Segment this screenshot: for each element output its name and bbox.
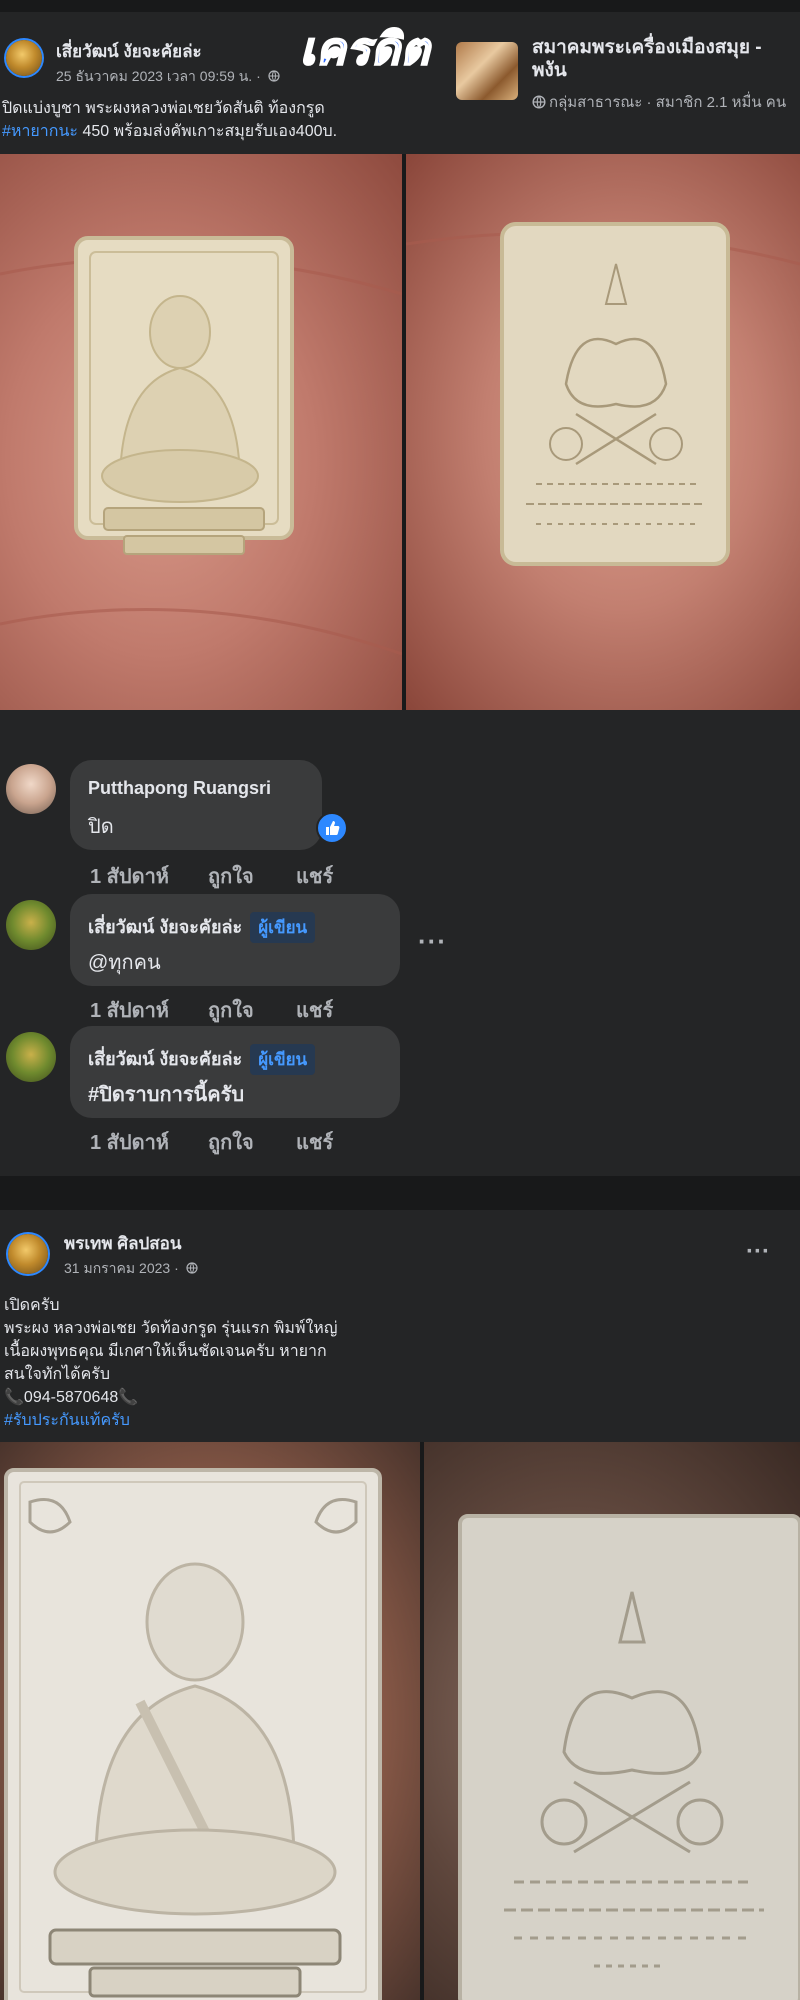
comment-like-button[interactable]: ถูกใจ	[208, 1126, 254, 1158]
post1-text-line2-rest: 450 พร้อมส่งคัพเกาะสมุยรับเอง400บ.	[78, 123, 338, 140]
comment-bubble: เสี่ยวัฒน์ งัยจะคัยล่ะ ผู้เขียน @ทุกคน	[70, 894, 400, 986]
comment-time[interactable]: 1 สัปดาห์	[90, 860, 169, 892]
commenter-avatar[interactable]	[6, 900, 56, 950]
post2-timestamp-text: 31 มกราคม 2023 ·	[64, 1260, 179, 1276]
globe-icon	[186, 1262, 198, 1274]
comment-reply-button[interactable]: แชร์	[296, 994, 333, 1026]
comment-reply-button[interactable]: แชร์	[296, 1126, 333, 1158]
amulet-large-front-art	[4, 1468, 382, 2000]
post2-author-avatar[interactable]	[8, 1234, 48, 1274]
post2-text-line: สนใจทักได้ครับ	[4, 1366, 111, 1383]
comment-author[interactable]: เสี่ยวัฒน์ งัยจะคัยล่ะ	[88, 917, 242, 937]
amulet-large-back-photo[interactable]	[424, 1442, 800, 2000]
amulet-front-photo[interactable]	[0, 154, 402, 710]
comment-author-row: เสี่ยวัฒน์ งัยจะคัยล่ะ ผู้เขียน	[88, 912, 316, 943]
post2-author-name[interactable]: พรเทพ ศิลปสอน	[64, 1230, 182, 1257]
comment-text: ปิด	[88, 816, 114, 838]
post2-phone[interactable]: 📞094-5870648📞	[4, 1386, 524, 1409]
author-badge: ผู้เขียน	[250, 1044, 316, 1075]
post2-body: เปิดครับ พระผง หลวงพ่อเชย วัดท้องกรูด รุ…	[4, 1294, 524, 1432]
globe-icon	[532, 95, 546, 109]
comment-author[interactable]: เสี่ยวัฒน์ งัยจะคัยล่ะ	[88, 1049, 242, 1069]
group-avatar[interactable]	[456, 42, 518, 100]
comment-like-button[interactable]: ถูกใจ	[208, 860, 254, 892]
post1-hashtag[interactable]: #หายากนะ	[2, 123, 78, 140]
comment-time[interactable]: 1 สัปดาห์	[90, 1126, 169, 1158]
like-reaction-icon[interactable]	[316, 812, 348, 844]
comment-text: #ปิดราบการนี้ครับ	[88, 1084, 245, 1106]
comment-text: @ทุกคน	[88, 952, 161, 974]
amulet-large-back-art	[458, 1514, 800, 2000]
post1-text-line1: ปิดแบ่งบูชา พระผงหลวงพ่อเชยวัดสันติ ท้อง…	[2, 100, 325, 117]
post1-timestamp-text: 25 ธันวาคม 2023 เวลา 09:59 น. ·	[56, 68, 261, 84]
comment-reply-button[interactable]: แชร์	[296, 860, 333, 892]
group-meta: กลุ่มสาธารณะ · สมาชิก 2.1 หมื่น คน	[532, 90, 786, 114]
comment-time[interactable]: 1 สัปดาห์	[90, 994, 169, 1026]
more-options-icon[interactable]: ···	[746, 1238, 770, 1266]
post2-text-line: เปิดครับ	[4, 1297, 60, 1314]
commenter-avatar[interactable]	[6, 1032, 56, 1082]
group-name[interactable]: สมาคมพระเครื่องเมืองสมุย - พงัน	[532, 36, 762, 82]
post2-text-line: เนื้อผงพุทธคุณ มีเกศาให้เห็นชัดเจนครับ ห…	[4, 1343, 327, 1360]
group-meta-text: กลุ่มสาธารณะ · สมาชิก 2.1 หมื่น คน	[549, 94, 787, 111]
post1-text-line2: #หายากนะ 450 พร้อมส่งคัพเกาะสมุยรับเอง40…	[2, 120, 442, 143]
post2-hashtag[interactable]: #รับประกันแท้ครับ	[4, 1409, 524, 1432]
thumbs-up-icon	[326, 821, 340, 835]
amulet-back-photo[interactable]	[406, 154, 800, 710]
comment-bubble: เสี่ยวัฒน์ งัยจะคัยล่ะ ผู้เขียน #ปิดราบกา…	[70, 1026, 400, 1118]
commenter-avatar[interactable]	[6, 764, 56, 814]
group-name-line1: สมาคมพระเครื่องเมืองสมุย -	[532, 37, 762, 58]
post1-timestamp[interactable]: 25 ธันวาคม 2023 เวลา 09:59 น. ·	[56, 66, 280, 88]
post1-author-avatar[interactable]	[6, 40, 42, 76]
post1-author-name[interactable]: เสี่ยวัฒน์ งัยจะคัยล่ะ	[56, 38, 202, 65]
comment-author-row: เสี่ยวัฒน์ งัยจะคัยล่ะ ผู้เขียน	[88, 1044, 316, 1075]
post2-timestamp[interactable]: 31 มกราคม 2023 ·	[64, 1258, 198, 1280]
group-name-line2: พงัน	[532, 60, 567, 81]
post2-text-line: พระผง หลวงพ่อเชย วัดท้องกรูด รุ่นแรก พิม…	[4, 1320, 338, 1337]
credit-stamp: เครดิต	[299, 24, 431, 75]
comment-author[interactable]: Putthapong Ruangsri	[88, 778, 271, 799]
comment-bubble: Putthapong Ruangsri ปิด	[70, 760, 322, 850]
amulet-back-art	[406, 222, 800, 566]
amulet-large-front-photo[interactable]	[0, 1442, 420, 2000]
post1-body: ปิดแบ่งบูชา พระผงหลวงพ่อเชยวัดสันติ ท้อง…	[2, 97, 442, 143]
globe-icon	[268, 70, 280, 82]
more-options-icon[interactable]: ···	[418, 926, 447, 957]
amulet-front-art	[0, 236, 402, 656]
comment-like-button[interactable]: ถูกใจ	[208, 994, 254, 1026]
author-badge: ผู้เขียน	[250, 912, 316, 943]
